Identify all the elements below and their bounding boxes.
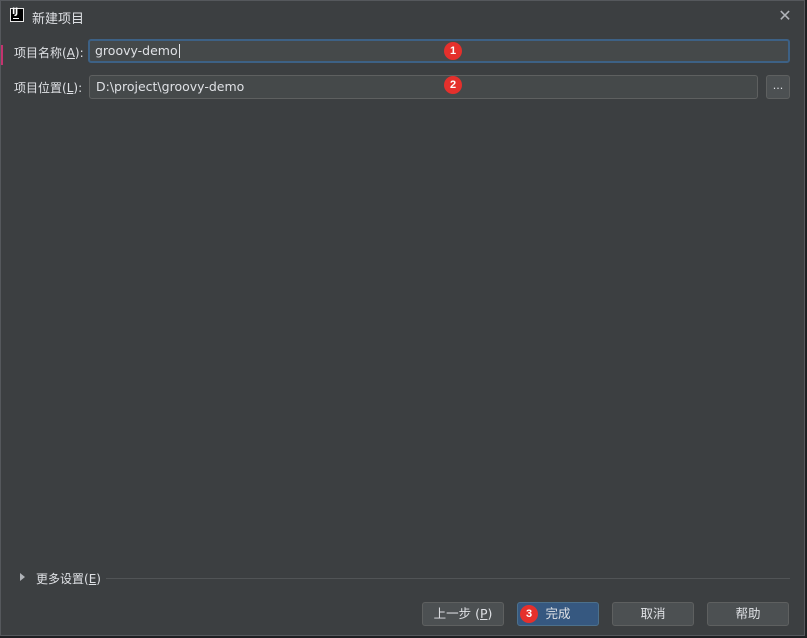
intellij-logo-icon: IJ [10, 7, 24, 22]
annotation-badge-3: 3 [520, 605, 538, 623]
logo-text: IJ [12, 7, 18, 17]
previous-button[interactable]: 上一步 (P) [422, 602, 504, 626]
section-divider [106, 578, 790, 579]
close-icon[interactable]: ✕ [774, 5, 796, 27]
project-location-label: 项目位置(L): [14, 81, 83, 95]
project-name-label: 项目名称(A): [14, 46, 84, 60]
location-mnemonic: L [66, 81, 74, 95]
text-caret [178, 44, 180, 58]
name-mnemonic: A [66, 46, 75, 60]
cancel-button[interactable]: 取消 [612, 602, 694, 626]
window-edge-accent [1, 45, 3, 65]
project-name-input[interactable]: groovy-demo [88, 39, 790, 63]
expand-arrow-icon[interactable] [20, 573, 25, 581]
new-project-dialog: IJ 新建项目 ✕ 项目名称(A): groovy-demo 1 项目位置(L)… [0, 0, 805, 636]
annotation-badge-1: 1 [444, 42, 462, 60]
annotation-badge-2: 2 [444, 76, 462, 94]
previous-mnemonic: P [479, 606, 488, 621]
browse-button[interactable]: ... [766, 75, 790, 99]
more-settings-toggle[interactable]: 更多设置(E) [36, 570, 101, 587]
title-bar: IJ 新建项目 ✕ [1, 1, 804, 31]
project-name-value: groovy-demo [95, 43, 178, 58]
project-location-input[interactable]: D:\project\groovy-demo [89, 75, 758, 99]
dialog-title: 新建项目 [32, 12, 85, 27]
help-button[interactable]: 帮助 [707, 602, 789, 626]
more-settings-mnemonic: E [88, 572, 97, 586]
